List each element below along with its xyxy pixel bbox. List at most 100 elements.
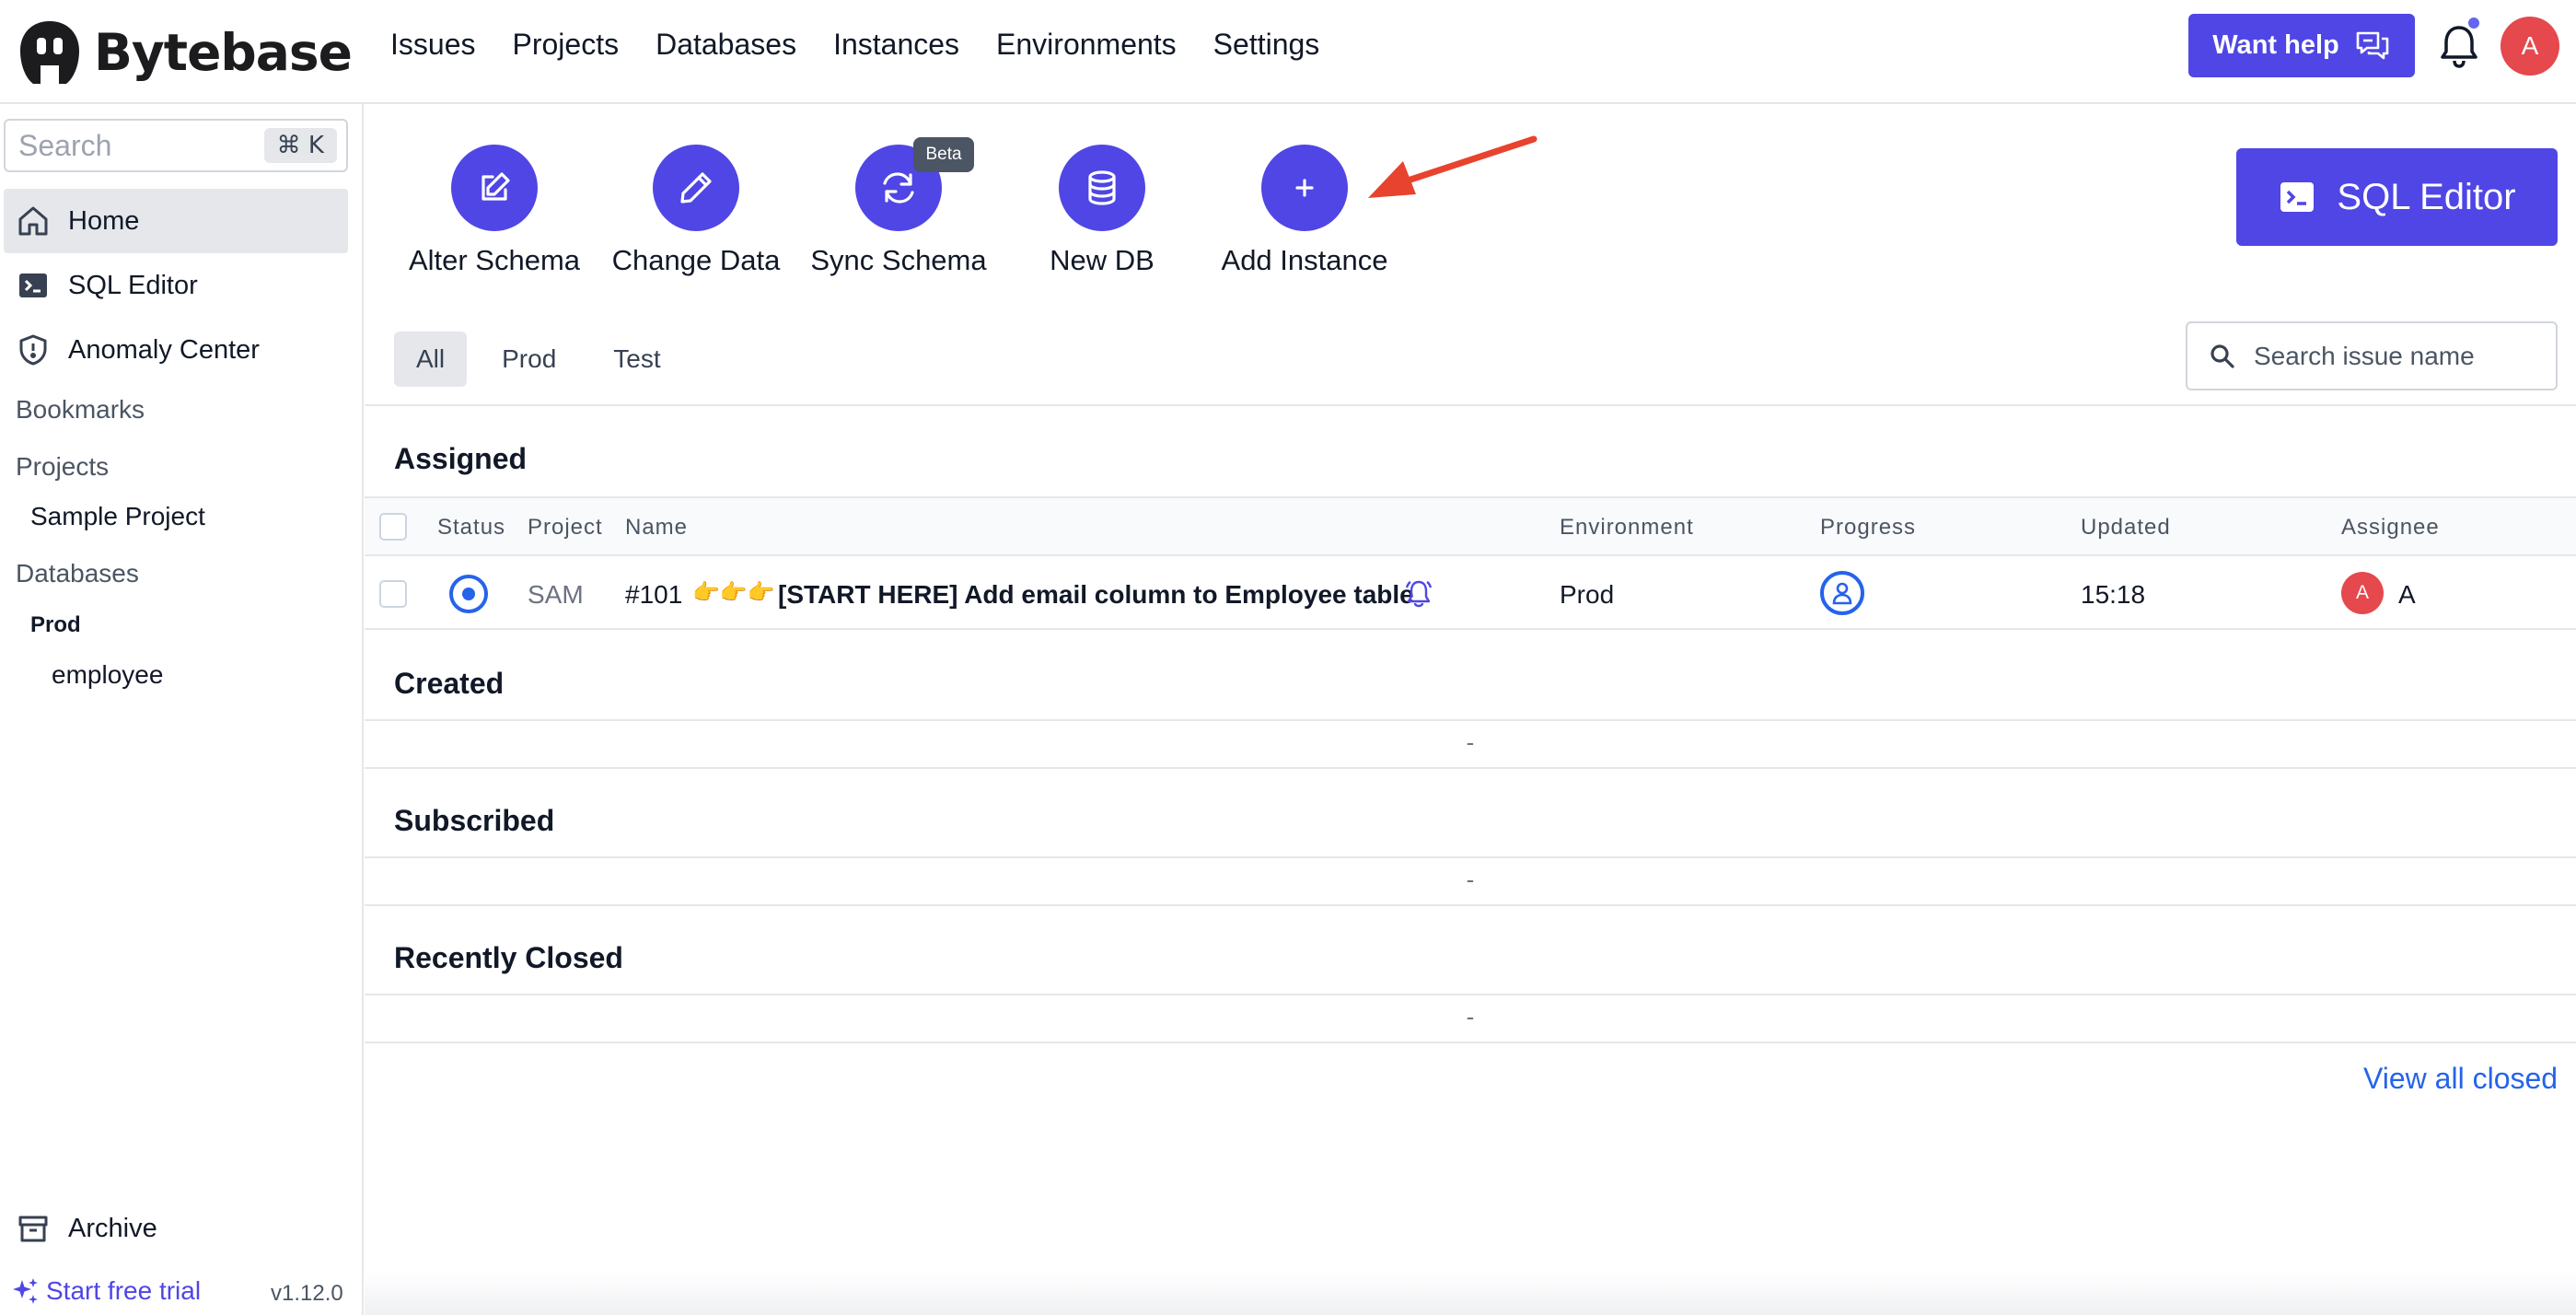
empty-list-placeholder: - bbox=[365, 856, 2576, 906]
app-version: v1.12.0 bbox=[271, 1281, 343, 1306]
issue-search-field[interactable] bbox=[2186, 321, 2558, 390]
issue-name-link[interactable]: [START HERE] Add email column to Employe… bbox=[778, 580, 1414, 610]
edit-icon bbox=[482, 172, 510, 201]
column-header-assignee: Assignee bbox=[2341, 515, 2440, 540]
sidebar-bookmarks-label[interactable]: Bookmarks bbox=[16, 395, 145, 425]
nav-projects[interactable]: Projects bbox=[512, 24, 619, 65]
quick-action-alter-schema[interactable]: Alter Schema bbox=[398, 145, 591, 277]
sql-editor-button[interactable]: SQL Editor bbox=[2236, 148, 2558, 246]
empty-list-placeholder: - bbox=[365, 994, 2576, 1043]
column-header-progress: Progress bbox=[1820, 515, 1917, 540]
want-help-button[interactable]: Want help bbox=[2188, 14, 2415, 77]
search-shortcut-badge: ⌘ K bbox=[263, 128, 337, 163]
sidebar-search-input[interactable] bbox=[18, 128, 258, 163]
shield-icon bbox=[19, 334, 47, 366]
bytebase-logo[interactable]: Bytebase bbox=[15, 11, 353, 94]
quick-action-circle bbox=[451, 145, 538, 231]
environment-tabs: All Prod Test bbox=[394, 332, 683, 387]
red-arrow-annotation bbox=[1368, 135, 1537, 198]
row-checkbox[interactable] bbox=[379, 580, 407, 608]
sidebar-item-label: Home bbox=[68, 205, 140, 236]
quick-action-label: New DB bbox=[1050, 244, 1155, 276]
pencil-icon bbox=[680, 172, 712, 204]
column-header-project: Project bbox=[528, 515, 603, 540]
start-free-trial-link[interactable]: Start free trial bbox=[11, 1276, 201, 1306]
assignee-avatar: A bbox=[2341, 572, 2384, 614]
tab-all[interactable]: All bbox=[394, 332, 468, 387]
issue-id[interactable]: #101 bbox=[625, 580, 682, 610]
nav-environments[interactable]: Environments bbox=[996, 24, 1177, 65]
quick-action-label: Add Instance bbox=[1221, 244, 1388, 276]
sidebar-env-group[interactable]: Prod bbox=[30, 612, 81, 638]
sql-editor-button-label: SQL Editor bbox=[2337, 176, 2516, 217]
quick-action-label: Sync Schema bbox=[810, 244, 987, 276]
assignee-name: A bbox=[2398, 580, 2416, 609]
issue-search-input[interactable] bbox=[2254, 341, 2548, 371]
brand-name: Bytebase bbox=[94, 23, 353, 82]
user-avatar[interactable]: A bbox=[2501, 17, 2559, 76]
sidebar-item-home[interactable]: Home bbox=[4, 189, 348, 253]
sidebar-item-archive[interactable]: Archive bbox=[4, 1196, 348, 1261]
section-title-subscribed: Subscribed bbox=[394, 804, 555, 837]
column-header-environment: Environment bbox=[1560, 515, 1694, 540]
sidebar-search[interactable]: ⌘ K bbox=[4, 119, 348, 172]
issue-status-icon[interactable] bbox=[449, 575, 488, 613]
main-nav: Issues Projects Databases Instances Envi… bbox=[390, 24, 1356, 65]
issue-environment: Prod bbox=[1560, 580, 1615, 609]
top-navigation-bar: Bytebase Issues Projects Databases Insta… bbox=[0, 0, 2576, 104]
sidebar-databases-label[interactable]: Databases bbox=[16, 559, 139, 588]
quick-action-circle bbox=[1261, 145, 1348, 231]
nav-databases[interactable]: Databases bbox=[656, 24, 796, 65]
chat-icon bbox=[2356, 31, 2389, 59]
sidebar-item-label: Anomaly Center bbox=[68, 334, 260, 365]
archive-icon bbox=[18, 1216, 48, 1242]
view-all-closed-link[interactable]: View all closed bbox=[2363, 1062, 2558, 1096]
nav-instances[interactable]: Instances bbox=[833, 24, 959, 65]
start-free-trial-label: Start free trial bbox=[46, 1276, 202, 1305]
quick-action-circle bbox=[1059, 145, 1145, 231]
database-icon bbox=[1088, 170, 1116, 205]
issue-table-header: Status Project Name Environment Progress… bbox=[365, 496, 2576, 556]
sidebar-item-label: SQL Editor bbox=[68, 270, 198, 300]
home-icon bbox=[18, 206, 48, 236]
column-header-status: Status bbox=[437, 515, 506, 540]
nav-settings[interactable]: Settings bbox=[1213, 24, 1320, 65]
issue-progress-icon[interactable] bbox=[1820, 571, 1864, 615]
quick-action-label: Change Data bbox=[611, 244, 781, 276]
bytebase-logo-icon bbox=[20, 21, 79, 84]
sidebar-item-label: Archive bbox=[68, 1213, 157, 1243]
column-header-updated: Updated bbox=[2081, 515, 2171, 540]
quick-action-label: Alter Schema bbox=[408, 244, 581, 276]
sidebar-projects-label[interactable]: Projects bbox=[16, 452, 109, 482]
sidebar-item-sql-editor[interactable]: SQL Editor bbox=[4, 253, 348, 318]
bottom-scroll-shadow bbox=[365, 1271, 2576, 1315]
empty-list-placeholder: - bbox=[365, 719, 2576, 769]
column-header-name: Name bbox=[625, 515, 689, 540]
subscribe-bell-icon[interactable] bbox=[1404, 578, 1433, 608]
refresh-icon bbox=[883, 172, 914, 204]
sidebar-database-item[interactable]: employee bbox=[52, 660, 163, 690]
quick-action-new-db[interactable]: New DB bbox=[1005, 145, 1199, 277]
terminal-icon bbox=[2280, 182, 2315, 212]
tab-test[interactable]: Test bbox=[591, 332, 682, 387]
user-icon bbox=[1832, 582, 1852, 605]
sidebar: ⌘ K Home SQL Editor Anomaly Center Bookm… bbox=[0, 104, 364, 1315]
section-title-recently-closed: Recently Closed bbox=[394, 941, 623, 974]
select-all-checkbox[interactable] bbox=[379, 513, 407, 541]
divider bbox=[365, 404, 2576, 406]
want-help-label: Want help bbox=[2212, 30, 2339, 60]
plus-icon bbox=[1295, 179, 1314, 197]
section-title-assigned: Assigned bbox=[394, 442, 528, 475]
quick-action-change-data[interactable]: Change Data bbox=[599, 145, 793, 277]
sparkles-icon bbox=[13, 1278, 38, 1304]
sidebar-item-anomaly-center[interactable]: Anomaly Center bbox=[4, 318, 348, 382]
nav-issues[interactable]: Issues bbox=[390, 24, 475, 65]
sidebar-project-item[interactable]: Sample Project bbox=[30, 502, 205, 531]
issue-project[interactable]: SAM bbox=[528, 580, 584, 610]
search-icon bbox=[2210, 343, 2234, 368]
beta-badge: Beta bbox=[913, 137, 974, 172]
section-title-created: Created bbox=[394, 667, 505, 700]
tab-prod[interactable]: Prod bbox=[480, 332, 578, 387]
pointing-emoji: 👉👉👉 bbox=[692, 580, 775, 605]
terminal-icon bbox=[19, 273, 47, 297]
